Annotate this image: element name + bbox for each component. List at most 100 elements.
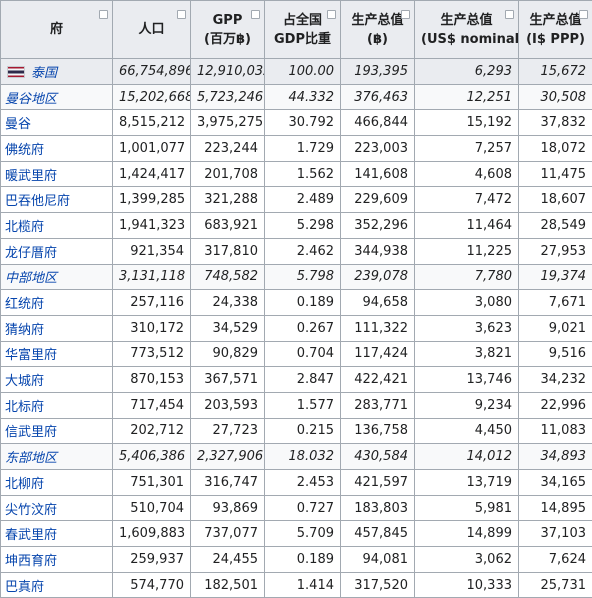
province-name-cell[interactable]: 春武里府 <box>1 521 113 547</box>
value-cell: 100.00 <box>265 59 341 85</box>
gpp-table: 府人口GPP(百万฿)占全国GDP比重生产总值(฿)生产总值(US$ nomin… <box>0 0 592 598</box>
province-name-cell[interactable]: 北榄府 <box>1 213 113 239</box>
province-name-cell[interactable]: 北柳府 <box>1 470 113 496</box>
value-cell: 0.189 <box>265 290 341 316</box>
province-name-cell[interactable]: 尖竹汶府 <box>1 495 113 521</box>
province-name-cell[interactable]: 巴吞他尼府 <box>1 187 113 213</box>
province-link[interactable]: 北柳府 <box>5 477 44 492</box>
value-cell: 1,001,077 <box>113 136 191 162</box>
province-name-cell[interactable]: 信武里府 <box>1 418 113 444</box>
province-link[interactable]: 华富里府 <box>5 348 57 363</box>
value-cell: 3,821 <box>415 341 519 367</box>
province-name-cell[interactable]: 东部地区 <box>1 444 113 470</box>
column-header-2[interactable]: GPP(百万฿) <box>191 1 265 59</box>
province-link[interactable]: 佛统府 <box>5 143 44 158</box>
value-cell: 9,021 <box>519 315 592 341</box>
value-cell: 203,593 <box>191 392 265 418</box>
province-name-cell[interactable]: 红统府 <box>1 290 113 316</box>
sort-toggle-icon[interactable] <box>177 10 186 19</box>
value-cell: 202,712 <box>113 418 191 444</box>
value-cell: 12,251 <box>415 84 519 110</box>
column-header-1[interactable]: 人口 <box>113 1 191 59</box>
table-row: 暖武里府1,424,417201,7081.562141,6084,60811,… <box>1 161 592 187</box>
value-cell: 193,395 <box>341 59 415 85</box>
column-header-text: 生产总值 <box>525 11 586 30</box>
value-cell: 317,810 <box>191 238 265 264</box>
province-link[interactable]: 北标府 <box>5 400 44 415</box>
column-header-5[interactable]: 生产总值(US$ nominal) <box>415 1 519 59</box>
province-name-cell[interactable]: 猜纳府 <box>1 315 113 341</box>
value-cell: 141,608 <box>341 161 415 187</box>
value-cell: 27,953 <box>519 238 592 264</box>
value-cell: 2.453 <box>265 470 341 496</box>
province-name-cell[interactable]: 曼谷 <box>1 110 113 136</box>
sort-toggle-icon[interactable] <box>579 10 588 19</box>
value-cell: 229,609 <box>341 187 415 213</box>
value-cell: 15,672 <box>519 59 592 85</box>
province-link[interactable]: 尖竹汶府 <box>5 503 57 518</box>
province-link[interactable]: 大城府 <box>5 374 44 389</box>
province-name-cell[interactable]: 北标府 <box>1 392 113 418</box>
value-cell: 12,910,032 <box>191 59 265 85</box>
value-cell: 136,758 <box>341 418 415 444</box>
province-name-cell[interactable]: 曼谷地区 <box>1 84 113 110</box>
value-cell: 2,327,906 <box>191 444 265 470</box>
province-link[interactable]: 东部地区 <box>5 451 57 466</box>
value-cell: 1,424,417 <box>113 161 191 187</box>
province-link[interactable]: 红统府 <box>5 297 44 312</box>
province-name-cell[interactable]: 龙仔厝府 <box>1 238 113 264</box>
province-name-cell[interactable]: 坤西育府 <box>1 547 113 573</box>
province-link[interactable]: 中部地区 <box>5 271 57 286</box>
province-link[interactable]: 暖武里府 <box>5 169 57 184</box>
province-name-cell[interactable]: 大城府 <box>1 367 113 393</box>
value-cell: 3,975,275 <box>191 110 265 136</box>
value-cell: 457,845 <box>341 521 415 547</box>
province-link[interactable]: 曼谷地区 <box>5 92 57 107</box>
province-name-cell[interactable]: 巴真府 <box>1 572 113 598</box>
value-cell: 9,234 <box>415 392 519 418</box>
column-header-3[interactable]: 占全国GDP比重 <box>265 1 341 59</box>
value-cell: 94,081 <box>341 547 415 573</box>
province-link[interactable]: 北榄府 <box>5 220 44 235</box>
column-header-6[interactable]: 生产总值(I$ PPP) <box>519 1 592 59</box>
value-cell: 18,072 <box>519 136 592 162</box>
province-link[interactable]: 曼谷 <box>5 117 31 132</box>
table-row: 曼谷8,515,2123,975,27530.792466,84415,1923… <box>1 110 592 136</box>
province-link[interactable]: 坤西育府 <box>5 554 57 569</box>
province-name-cell[interactable]: 华富里府 <box>1 341 113 367</box>
province-link[interactable]: 巴真府 <box>5 580 44 595</box>
province-name-cell[interactable]: 泰国 <box>1 59 113 85</box>
province-link[interactable]: 巴吞他尼府 <box>5 194 70 209</box>
value-cell: 14,895 <box>519 495 592 521</box>
sort-toggle-icon[interactable] <box>327 10 336 19</box>
column-header-4[interactable]: 生产总值(฿) <box>341 1 415 59</box>
region-row: 东部地区5,406,3862,327,90618.032430,58414,01… <box>1 444 592 470</box>
province-link[interactable]: 泰国 <box>31 66 57 81</box>
sort-toggle-icon[interactable] <box>505 10 514 19</box>
province-link[interactable]: 猜纳府 <box>5 323 44 338</box>
sort-toggle-icon[interactable] <box>99 10 108 19</box>
province-link[interactable]: 龙仔厝府 <box>5 246 57 261</box>
province-link[interactable]: 信武里府 <box>5 425 57 440</box>
value-cell: 2.489 <box>265 187 341 213</box>
value-cell: 34,529 <box>191 315 265 341</box>
sort-toggle-icon[interactable] <box>401 10 410 19</box>
value-cell: 510,704 <box>113 495 191 521</box>
province-name-cell[interactable]: 佛统府 <box>1 136 113 162</box>
value-cell: 182,501 <box>191 572 265 598</box>
province-name-cell[interactable]: 中部地区 <box>1 264 113 290</box>
value-cell: 5.709 <box>265 521 341 547</box>
value-cell: 25,731 <box>519 572 592 598</box>
value-cell: 7,780 <box>415 264 519 290</box>
column-header-0[interactable]: 府 <box>1 1 113 59</box>
province-link[interactable]: 春武里府 <box>5 528 57 543</box>
province-name-cell[interactable]: 暖武里府 <box>1 161 113 187</box>
sort-toggle-icon[interactable] <box>251 10 260 19</box>
value-cell: 6,293 <box>415 59 519 85</box>
column-header-text: 生产总值 <box>347 11 408 30</box>
value-cell: 421,597 <box>341 470 415 496</box>
value-cell: 422,421 <box>341 367 415 393</box>
column-header-text: (฿) <box>347 30 408 49</box>
value-cell: 751,301 <box>113 470 191 496</box>
value-cell: 4,608 <box>415 161 519 187</box>
